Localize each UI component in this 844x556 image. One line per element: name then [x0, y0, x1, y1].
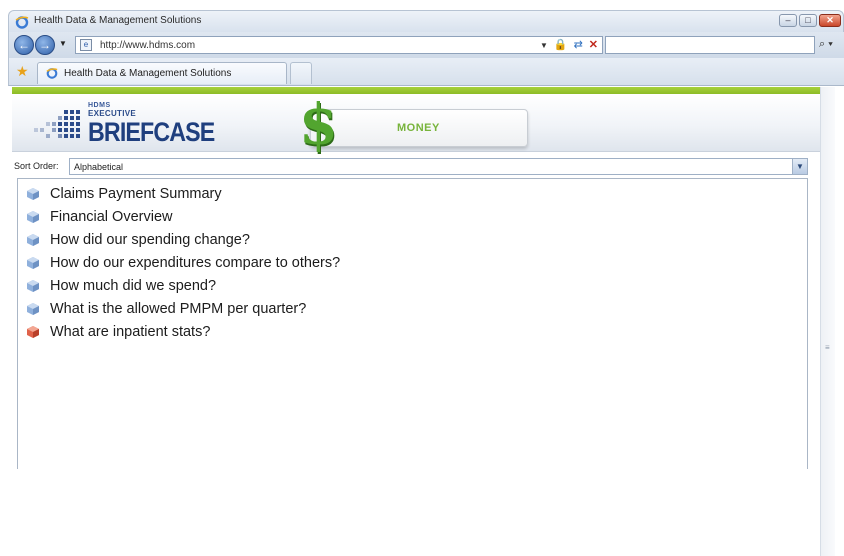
blue-gem-icon — [27, 257, 39, 269]
tab-hdms[interactable]: Health Data & Management Solutions — [37, 62, 287, 84]
url-dropdown-icon[interactable]: ▼ — [540, 41, 548, 51]
back-button[interactable]: ← — [14, 35, 34, 55]
address-bar: ← → ▼ e http://www.hdms.com ▼ 🔒 ⇄ ✕ ⌕ ▾ — [8, 32, 844, 58]
report-list: Claims Payment Summary Financial Overvie… — [17, 178, 808, 469]
scrollbar-grip-icon[interactable]: ≡ — [825, 343, 831, 352]
search-input[interactable] — [605, 36, 815, 54]
favorites-star-icon[interactable]: ★ — [16, 63, 29, 80]
money-label: MONEY — [397, 122, 440, 134]
list-item-label[interactable]: Financial Overview — [50, 209, 173, 225]
sort-order-select[interactable]: Alphabetical ▼ — [69, 158, 808, 175]
blue-gem-icon — [27, 234, 39, 246]
search-icon[interactable]: ⌕ ▾ — [819, 38, 833, 51]
list-item[interactable]: How much did we spend? — [26, 275, 216, 297]
money-category-button[interactable]: $ MONEY — [299, 92, 528, 158]
url-tools: ▼ 🔒 ⇄ ✕ — [540, 38, 598, 51]
list-item[interactable]: What is the allowed PMPM per quarter? — [26, 298, 306, 320]
stop-icon[interactable]: ✕ — [589, 38, 598, 51]
minimize-button[interactable]: – — [779, 14, 797, 27]
ie-tab-icon — [46, 68, 58, 79]
logo-pixel-icon — [34, 110, 80, 138]
list-item-label[interactable]: How much did we spend? — [50, 278, 216, 294]
logo-briefcase-text: BRIEFCASE — [88, 117, 215, 147]
list-item[interactable]: How did our spending change? — [26, 229, 250, 251]
window-title: Health Data & Management Solutions — [34, 15, 202, 26]
history-dropdown-icon[interactable]: ▼ — [59, 39, 67, 48]
logo-hdms-text: HDMS — [88, 102, 111, 109]
blue-gem-icon — [27, 211, 39, 223]
list-item[interactable]: What are inpatient stats? — [26, 321, 210, 343]
page-icon: e — [80, 39, 92, 51]
lock-icon[interactable]: 🔒 — [554, 38, 568, 51]
title-bar: Health Data & Management Solutions – □ ✕ — [8, 10, 844, 32]
maximize-button[interactable]: □ — [799, 14, 817, 27]
close-button[interactable]: ✕ — [819, 14, 841, 27]
url-field[interactable]: e http://www.hdms.com ▼ 🔒 ⇄ ✕ — [75, 36, 603, 54]
dollar-icon: $ — [299, 92, 338, 158]
accent-strip — [12, 87, 832, 94]
blue-gem-icon — [27, 280, 39, 292]
forward-button[interactable]: → — [35, 35, 55, 55]
blue-gem-icon — [27, 303, 39, 315]
list-item[interactable]: How do our expenditures compare to other… — [26, 252, 340, 274]
list-item-label[interactable]: How do our expenditures compare to other… — [50, 255, 340, 271]
chevron-down-icon[interactable]: ▼ — [792, 159, 807, 174]
sort-order-value: Alphabetical — [74, 162, 124, 172]
red-gem-icon — [27, 326, 39, 338]
blue-gem-icon — [27, 188, 39, 200]
list-item-label[interactable]: What are inpatient stats? — [50, 324, 210, 340]
ie-logo-icon — [15, 16, 29, 29]
new-tab-button[interactable] — [290, 62, 312, 84]
vertical-scrollbar[interactable]: ≡ — [820, 87, 835, 556]
list-item[interactable]: Financial Overview — [26, 206, 173, 228]
list-item-label[interactable]: How did our spending change? — [50, 232, 250, 248]
list-item-label[interactable]: What is the allowed PMPM per quarter? — [50, 301, 306, 317]
refresh-icon[interactable]: ⇄ — [574, 38, 583, 51]
tab-label: Health Data & Management Solutions — [64, 68, 232, 79]
tab-bar: ★ Health Data & Management Solutions — [8, 58, 844, 86]
list-item-label[interactable]: Claims Payment Summary — [50, 186, 222, 202]
url-text[interactable]: http://www.hdms.com — [100, 40, 195, 51]
list-item[interactable]: Claims Payment Summary — [26, 183, 222, 205]
window-controls: – □ ✕ — [779, 14, 841, 27]
sort-order-label: Sort Order: — [14, 161, 59, 171]
